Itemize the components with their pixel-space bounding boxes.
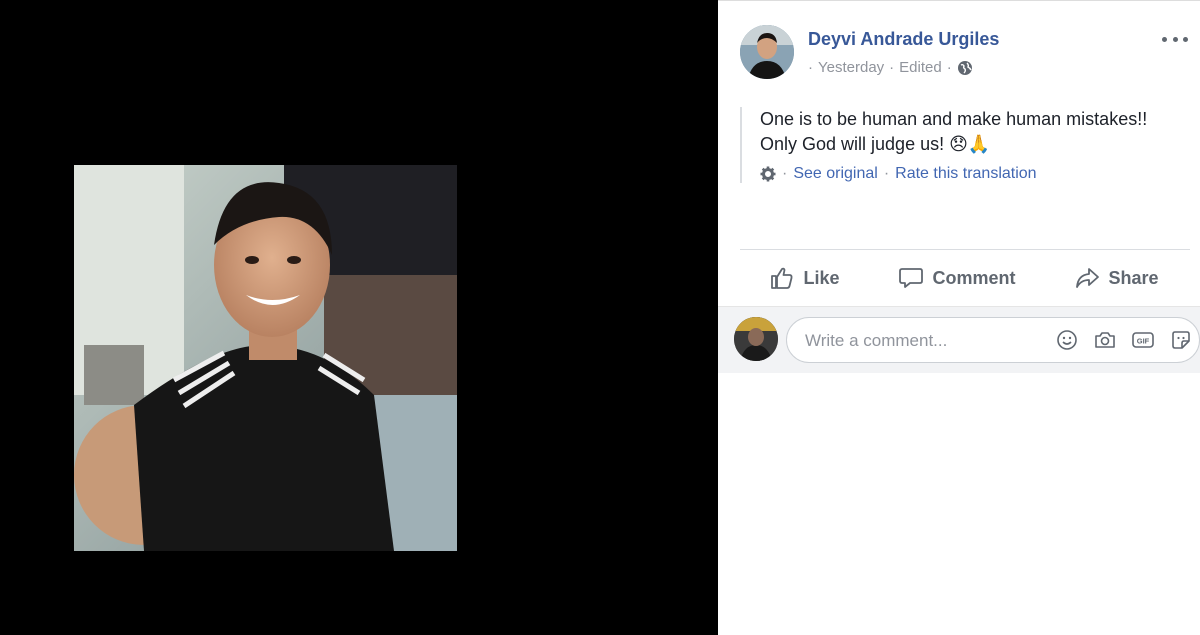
post-meta: · Yesterday · Edited ·	[808, 59, 973, 76]
post-header: Deyvi Andrade Urgiles · Yesterday · Edit…	[740, 25, 1188, 83]
edited-label[interactable]: Edited	[899, 59, 942, 76]
camera-icon[interactable]	[1093, 328, 1117, 352]
post-text-line-2: Only God will judge us! 😞🙏	[760, 134, 991, 154]
share-label: Share	[1108, 267, 1159, 288]
author-avatar-image	[740, 25, 794, 79]
post-text-block: One is to be human and make human mistak…	[740, 107, 1180, 183]
see-original-link[interactable]: See original	[793, 165, 878, 183]
like-label: Like	[803, 267, 840, 288]
photo-viewer	[0, 0, 718, 635]
like-button[interactable]: Like	[769, 265, 840, 291]
emoji-icon[interactable]	[1055, 328, 1079, 352]
translation-separator: ·	[782, 165, 788, 182]
comment-input-box[interactable]: GIF	[786, 317, 1200, 363]
share-button[interactable]: Share	[1074, 265, 1159, 291]
like-icon	[771, 267, 793, 289]
meta-separator: ·	[946, 59, 952, 76]
meta-separator: ·	[889, 59, 895, 76]
translation-separator: ·	[883, 165, 890, 182]
rate-translation-link[interactable]: Rate this translation	[895, 165, 1036, 183]
translation-row: · See original · Rate this translation	[760, 165, 1180, 183]
current-user-avatar[interactable]	[734, 317, 778, 361]
globe-icon[interactable]	[957, 60, 973, 76]
post-time[interactable]: Yesterday	[818, 59, 884, 76]
post-side-panel: Deyvi Andrade Urgiles · Yesterday · Edit…	[718, 0, 1200, 635]
author-name[interactable]: Deyvi Andrade Urgiles	[808, 29, 999, 50]
sticker-icon[interactable]	[1169, 328, 1193, 352]
post-text-line-1: One is to be human and make human mistak…	[760, 109, 1148, 129]
current-user-avatar-image	[734, 317, 778, 361]
comment-composer: GIF	[718, 306, 1200, 373]
photo-image	[74, 165, 457, 551]
gear-icon[interactable]	[760, 166, 776, 182]
more-options-icon[interactable]	[1162, 29, 1188, 49]
post-actions: Like Comment Share	[740, 253, 1188, 303]
author-avatar[interactable]	[740, 25, 794, 79]
comment-label: Comment	[932, 267, 1016, 288]
meta-separator: ·	[808, 59, 813, 76]
actions-divider	[740, 249, 1190, 250]
gif-icon[interactable]: GIF	[1131, 328, 1155, 352]
svg-text:GIF: GIF	[1137, 337, 1150, 346]
share-icon	[1076, 268, 1100, 288]
comment-button[interactable]: Comment	[898, 265, 1016, 291]
comment-tools: GIF	[1055, 328, 1193, 352]
comment-icon	[899, 268, 924, 288]
post-photo[interactable]	[74, 165, 457, 551]
comment-input[interactable]	[803, 328, 1027, 354]
